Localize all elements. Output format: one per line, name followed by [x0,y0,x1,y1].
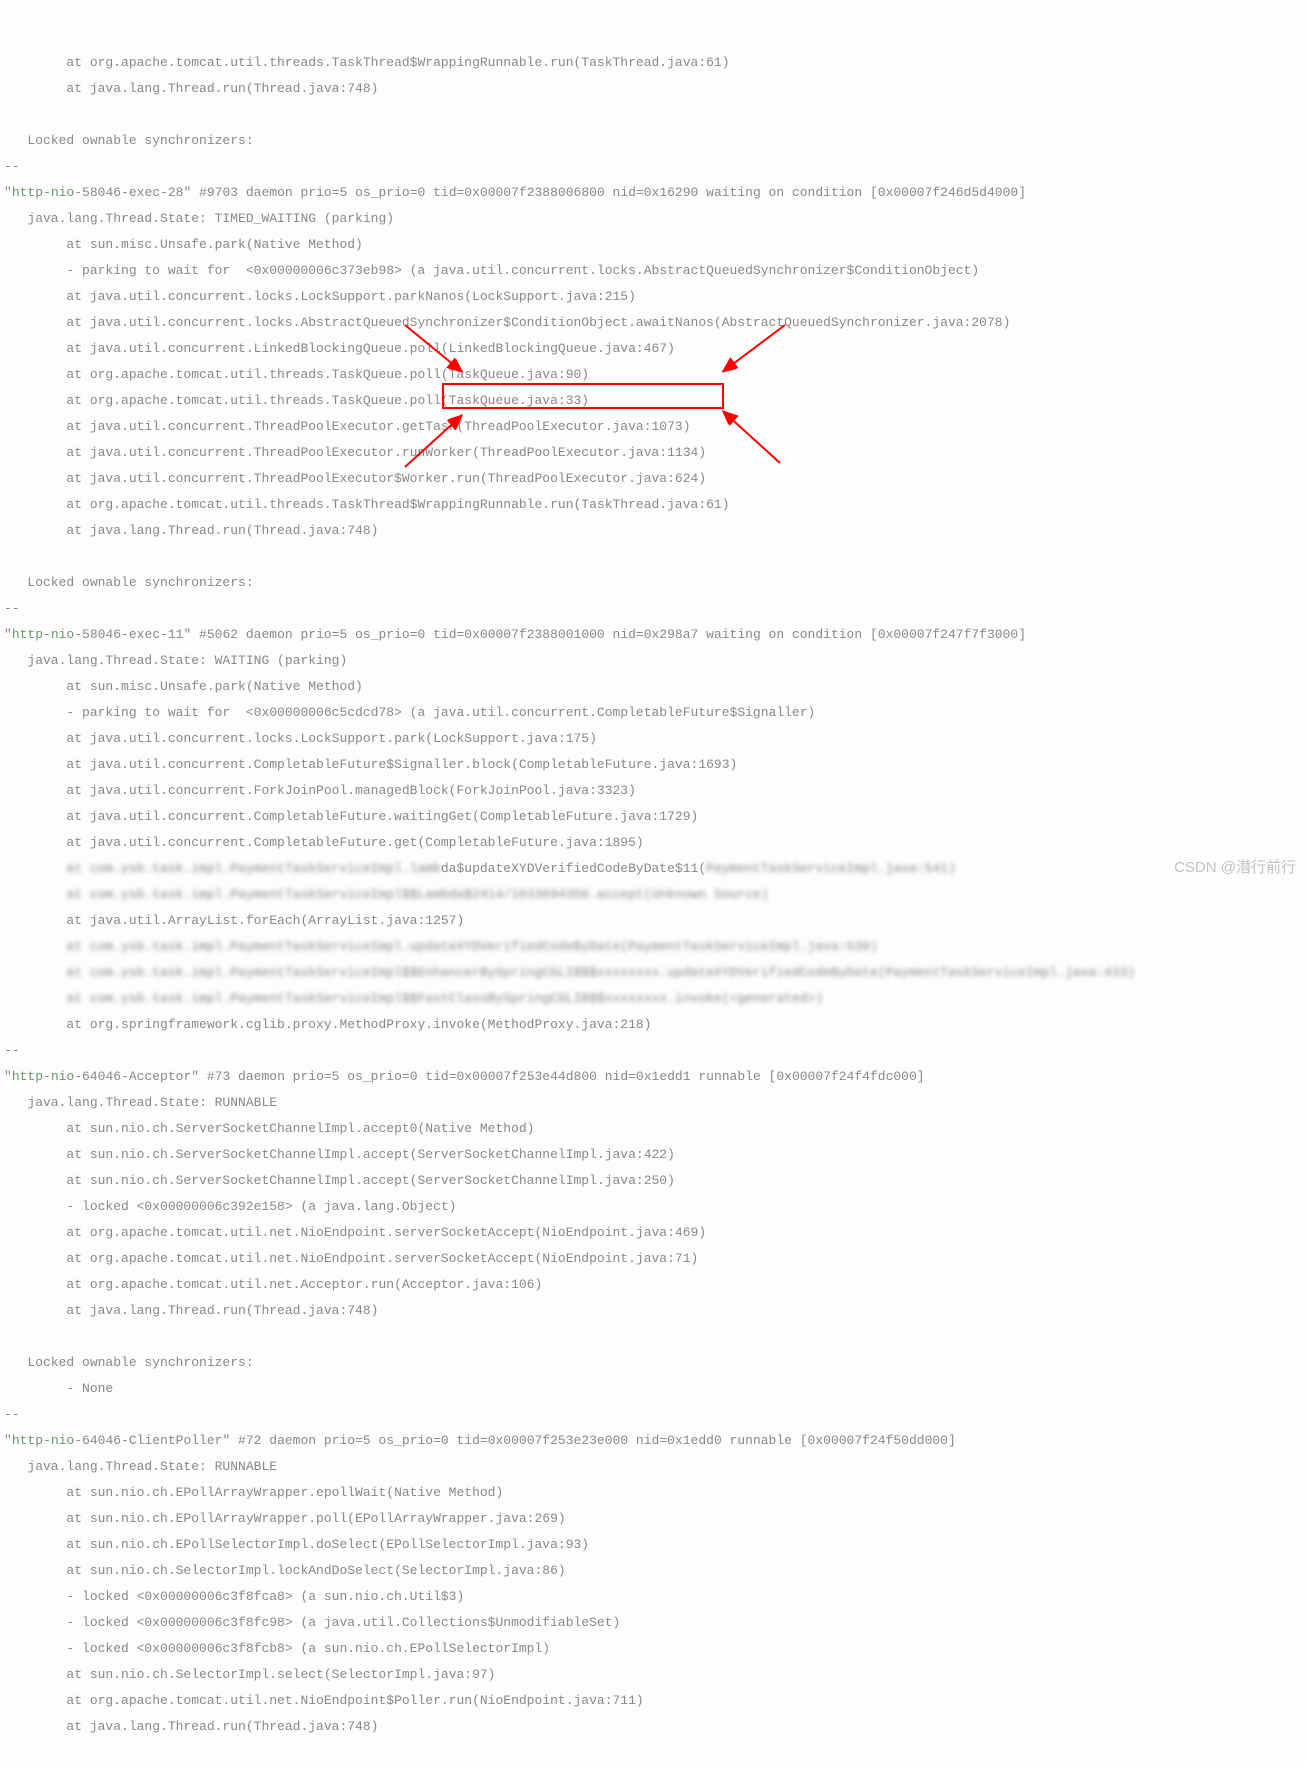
thread-state: java.lang.Thread.State: RUNNABLE [4,1095,277,1110]
stack-line: at sun.nio.ch.EPollSelectorImpl.doSelect… [4,1537,589,1552]
thread-header: "http-nio-58046-exec-28" #9703 daemon pr… [4,185,1026,200]
stack-line: at java.util.concurrent.locks.AbstractQu… [4,315,1010,330]
stack-line: at sun.nio.ch.EPollArrayWrapper.epollWai… [4,1485,503,1500]
stack-line: at org.apache.tomcat.util.threads.TaskTh… [4,55,730,70]
stack-line: at sun.nio.ch.SelectorImpl.lockAndDoSele… [4,1563,566,1578]
stack-line: at sun.misc.Unsafe.park(Native Method) [4,237,363,252]
thread-state: java.lang.Thread.State: RUNNABLE [4,1459,277,1474]
stack-line: - None [4,1381,113,1396]
stack-line: Locked ownable synchronizers: [4,1355,254,1370]
separator: -- [4,159,20,174]
stack-line: - locked <0x00000006c392e158> (a java.la… [4,1199,456,1214]
thread-header: "http-nio-58046-exec-11" #5062 daemon pr… [4,627,1026,642]
annotation-arrow [710,408,790,468]
stack-line: at sun.nio.ch.EPollArrayWrapper.poll(EPo… [4,1511,566,1526]
stack-line: at java.util.concurrent.ThreadPoolExecut… [4,445,706,460]
thread-state: java.lang.Thread.State: TIMED_WAITING (p… [4,211,394,226]
stack-line: at org.apache.tomcat.util.net.NioEndpoin… [4,1251,698,1266]
stack-line: at sun.nio.ch.ServerSocketChannelImpl.ac… [4,1173,675,1188]
stack-line: at org.apache.tomcat.util.threads.TaskQu… [4,393,589,408]
stack-line: at com.ysb.task.impl.PaymentTaskServiceI… [4,861,956,876]
stack-line: - parking to wait for <0x00000006c5cdcd7… [4,705,815,720]
stack-line: at org.apache.tomcat.util.net.Acceptor.r… [4,1277,542,1292]
stack-line: - locked <0x00000006c3f8fc98> (a java.ut… [4,1615,620,1630]
stack-line: at sun.nio.ch.ServerSocketChannelImpl.ac… [4,1121,535,1136]
highlighted-frame: da$updateXYDVerifiedCodeByDate$11( [441,861,706,876]
stack-line: at java.lang.Thread.run(Thread.java:748) [4,81,378,96]
stack-line-obscured: at com.ysb.task.impl.PaymentTaskServiceI… [4,991,823,1006]
stack-line: - locked <0x00000006c3f8fca8> (a sun.nio… [4,1589,464,1604]
stack-line-obscured: at com.ysb.task.impl.PaymentTaskServiceI… [4,965,1135,980]
stack-line: Locked ownable synchronizers: [4,575,254,590]
stack-line: at java.util.concurrent.LinkedBlockingQu… [4,341,675,356]
stack-line: at java.lang.Thread.run(Thread.java:748) [4,1303,378,1318]
stack-line: at sun.nio.ch.ServerSocketChannelImpl.ac… [4,1147,675,1162]
stack-line: at org.apache.tomcat.util.net.NioEndpoin… [4,1693,644,1708]
stack-line: at java.util.concurrent.ThreadPoolExecut… [4,471,706,486]
stack-line: at java.lang.Thread.run(Thread.java:748) [4,523,378,538]
stack-line-obscured: at com.ysb.task.impl.PaymentTaskServiceI… [4,887,769,902]
thread-header: "http-nio-64046-Acceptor" #73 daemon pri… [4,1069,925,1084]
separator: -- [4,601,20,616]
stack-line: at java.util.concurrent.locks.LockSuppor… [4,731,597,746]
stack-line: at sun.misc.Unsafe.park(Native Method) [4,679,363,694]
thread-header: "http-nio-64046-ClientPoller" #72 daemon… [4,1433,956,1448]
stack-line: at java.util.concurrent.CompletableFutur… [4,757,737,772]
stack-line: - locked <0x00000006c3f8fcb8> (a sun.nio… [4,1641,550,1656]
stack-line: Locked ownable synchronizers: [4,133,254,148]
stack-line: at org.apache.tomcat.util.net.NioEndpoin… [4,1225,706,1240]
separator: -- [4,1407,20,1422]
stack-line: at java.util.concurrent.ForkJoinPool.man… [4,783,636,798]
stack-line-obscured: at com.ysb.task.impl.PaymentTaskServiceI… [4,939,878,954]
stack-line: - parking to wait for <0x00000006c373eb9… [4,263,979,278]
stack-line: at java.util.concurrent.CompletableFutur… [4,809,698,824]
stack-line: at java.util.concurrent.CompletableFutur… [4,835,644,850]
watermark: CSDN @潜行前行 [1174,860,1296,875]
stack-line: at java.util.ArrayList.forEach(ArrayList… [4,913,464,928]
stack-line: at java.util.concurrent.ThreadPoolExecut… [4,419,691,434]
stack-line: at org.springframework.cglib.proxy.Metho… [4,1017,652,1032]
stack-line: at org.apache.tomcat.util.threads.TaskTh… [4,497,730,512]
stack-line: at sun.nio.ch.SelectorImpl.select(Select… [4,1667,495,1682]
stack-line: at org.apache.tomcat.util.threads.TaskQu… [4,367,589,382]
thread-state: java.lang.Thread.State: WAITING (parking… [4,653,347,668]
stack-line: at java.lang.Thread.run(Thread.java:748) [4,1719,378,1734]
stack-line: at java.util.concurrent.locks.LockSuppor… [4,289,636,304]
separator: -- [4,1043,20,1058]
